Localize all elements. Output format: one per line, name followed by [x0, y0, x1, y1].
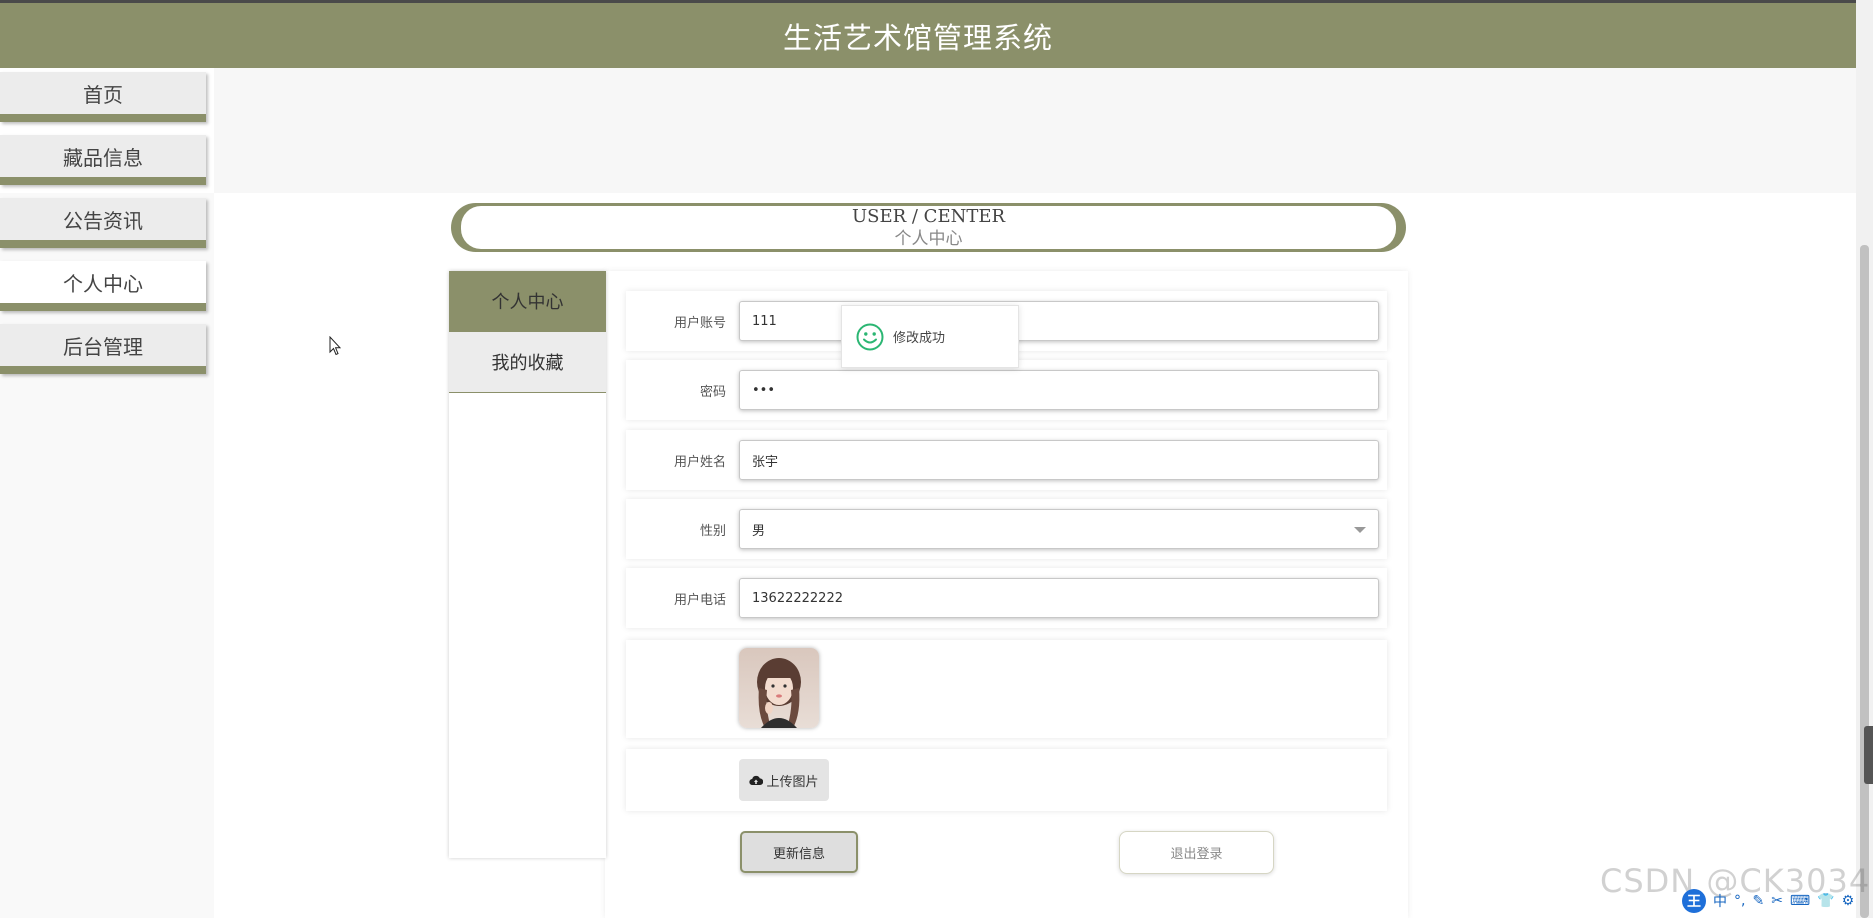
gender-select[interactable]: 男 — [739, 509, 1379, 549]
nav-item-label: 藏品信息 — [63, 145, 143, 170]
account-label: 用户账号 — [673, 315, 726, 331]
gender-value: 男 — [752, 523, 766, 539]
user-side-menu: 个人中心 我的收藏 — [449, 271, 606, 858]
form-row-gender: 性别 男 — [626, 499, 1387, 559]
phone-input[interactable]: 13622222222 — [739, 578, 1379, 618]
side-item-user-center[interactable]: 个人中心 — [449, 271, 606, 332]
ime-toolbar: 王 中 °, ✎ ✂ ⌨ 👕 ⚙ — [1682, 889, 1854, 913]
name-label: 用户姓名 — [673, 454, 726, 470]
app-header: 生活艺术馆管理系统 — [0, 3, 1856, 68]
avatar — [739, 648, 819, 728]
gender-label: 性别 — [699, 523, 726, 539]
nav-item-admin[interactable]: 后台管理 — [0, 324, 206, 374]
success-toast: 修改成功 — [841, 305, 1019, 368]
logout-button[interactable]: 退出登录 — [1119, 831, 1274, 874]
banner-title-en: USER / CENTER — [851, 205, 1006, 227]
upload-row: 上传图片 — [626, 749, 1387, 811]
password-input[interactable]: ••• — [739, 370, 1379, 410]
header-spacer-area — [214, 68, 1857, 193]
cloud-upload-icon — [749, 775, 764, 785]
nav-item-label: 公告资讯 — [63, 208, 143, 233]
password-label: 密码 — [699, 384, 726, 400]
ime-scissors-icon[interactable]: ✂ — [1771, 893, 1783, 909]
side-item-label: 我的收藏 — [491, 353, 564, 374]
ime-skin-icon[interactable]: 👕 — [1817, 893, 1834, 909]
account-input[interactable]: 111 — [739, 301, 1379, 341]
nav-item-user-center[interactable]: 个人中心 — [0, 261, 206, 311]
form-row-phone: 用户电话 13622222222 — [626, 568, 1387, 628]
ime-keyboard-icon[interactable]: ⌨ — [1790, 893, 1810, 909]
update-info-button[interactable]: 更新信息 — [740, 831, 858, 873]
nav-item-label: 个人中心 — [63, 271, 143, 296]
nav-item-collections[interactable]: 藏品信息 — [0, 135, 206, 185]
form-row-name: 用户姓名 张宇 — [626, 430, 1387, 490]
main-nav: 首页 藏品信息 公告资讯 个人中心 后台管理 — [0, 72, 207, 387]
ime-settings-icon[interactable]: ⚙ — [1842, 893, 1855, 909]
smile-icon — [856, 323, 884, 350]
scrollbar-thumb[interactable] — [1860, 245, 1869, 918]
side-item-favorites[interactable]: 我的收藏 — [449, 332, 606, 393]
chevron-down-icon — [1354, 527, 1366, 533]
phone-label: 用户电话 — [673, 592, 726, 608]
ime-handwrite-icon[interactable]: ✎ — [1752, 893, 1764, 909]
form-row-password: 密码 ••• — [626, 360, 1387, 420]
nav-item-label: 后台管理 — [63, 334, 143, 359]
upload-image-button[interactable]: 上传图片 — [739, 759, 829, 801]
ime-language-icon[interactable]: 中 — [1713, 891, 1727, 911]
name-input[interactable]: 张宇 — [739, 440, 1379, 480]
mouse-cursor-icon — [329, 336, 341, 356]
nav-item-news[interactable]: 公告资讯 — [0, 198, 206, 248]
avatar-row — [626, 640, 1387, 738]
side-item-label: 个人中心 — [491, 292, 564, 313]
toast-message: 修改成功 — [893, 331, 946, 346]
ime-punctuation-icon[interactable]: °, — [1734, 893, 1745, 909]
section-banner: USER / CENTER 个人中心 — [451, 203, 1406, 252]
banner-title-cn: 个人中心 — [894, 228, 963, 249]
page-title: 生活艺术馆管理系统 — [782, 20, 1053, 55]
ime-logo-icon[interactable]: 王 — [1682, 889, 1706, 913]
nav-item-label: 首页 — [83, 82, 123, 107]
side-floating-tab[interactable] — [1864, 726, 1873, 784]
upload-button-label: 上传图片 — [766, 774, 819, 790]
nav-item-home[interactable]: 首页 — [0, 72, 206, 122]
